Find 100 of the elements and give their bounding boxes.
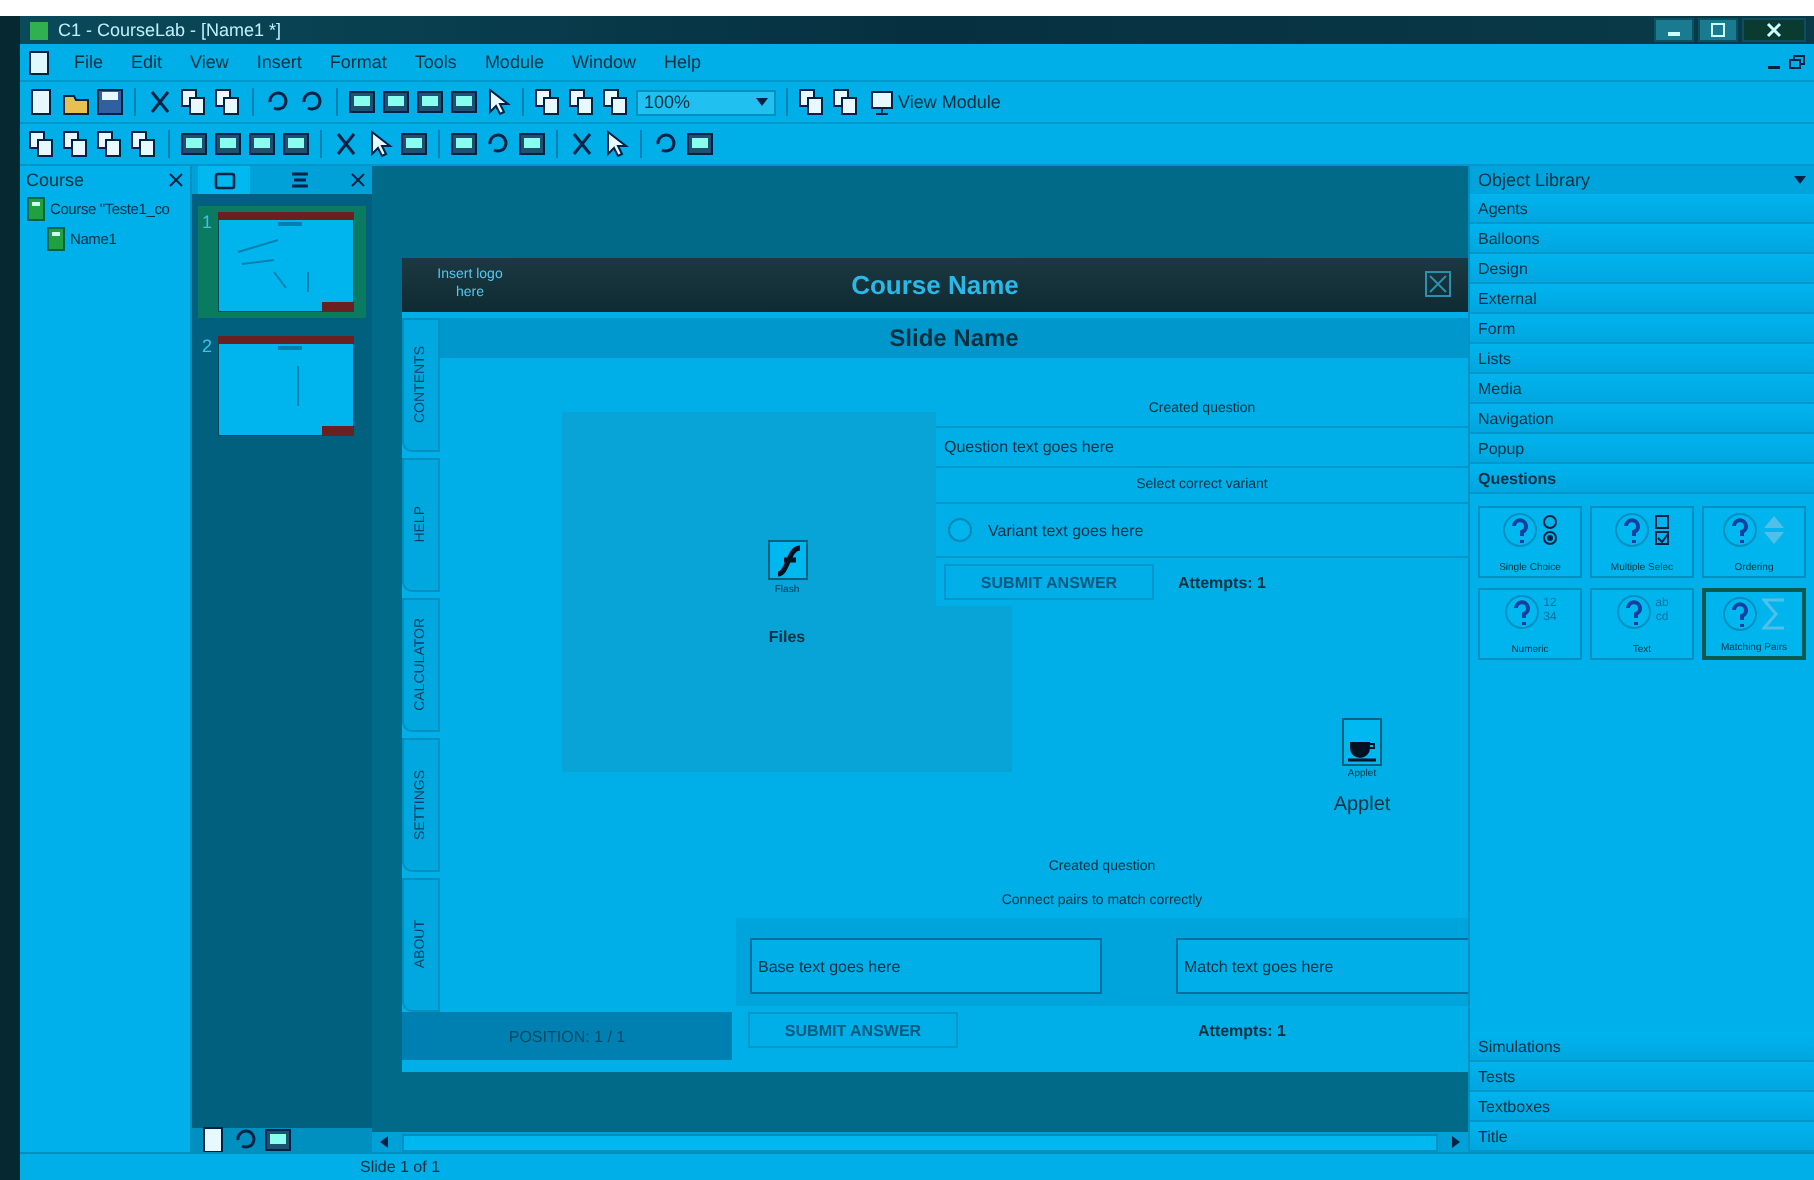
copy-icon[interactable]: [798, 88, 826, 116]
menu-item[interactable]: File: [70, 50, 108, 74]
page-icon[interactable]: [200, 1126, 228, 1154]
document-icon: [28, 49, 50, 75]
library-group[interactable]: Questions: [1470, 464, 1814, 494]
copy-icon[interactable]: [568, 88, 596, 116]
library-group[interactable]: Lists: [1470, 344, 1814, 374]
menu-item[interactable]: Help: [659, 50, 705, 74]
pointer-icon[interactable]: [602, 130, 630, 158]
copy-icon[interactable]: [832, 88, 860, 116]
question-icon: [1722, 512, 1758, 548]
frame-icon[interactable]: [214, 130, 242, 158]
window-title: C1 - CourseLab - [Name1 *]: [58, 20, 282, 40]
library-group[interactable]: Tests: [1470, 1062, 1814, 1092]
zoom-dropdown[interactable]: 100%: [636, 89, 776, 115]
copy-icon[interactable]: [214, 88, 242, 116]
library-group[interactable]: External: [1470, 284, 1814, 314]
frame-icon[interactable]: [450, 88, 478, 116]
cross-icon[interactable]: [146, 88, 174, 116]
app-icon: [28, 19, 50, 41]
frame-icon[interactable]: [180, 130, 208, 158]
library-group[interactable]: Media: [1470, 374, 1814, 404]
caret-icon[interactable]: [1794, 174, 1806, 186]
question-icon: [1503, 594, 1540, 630]
menu-item[interactable]: Format: [325, 50, 391, 74]
library-group[interactable]: Form: [1470, 314, 1814, 344]
cross-icon[interactable]: [332, 130, 360, 158]
close-button[interactable]: [1742, 18, 1806, 42]
cross-icon[interactable]: [568, 130, 596, 158]
caret-icon: [756, 96, 768, 108]
menu-item[interactable]: Module: [480, 50, 548, 74]
variant-text: Variant text goes here: [988, 521, 1144, 539]
view-module-button[interactable]: View Module: [866, 89, 1005, 115]
checkbox-options-icon: [1654, 514, 1670, 546]
coffee-cup-icon: [1342, 718, 1382, 766]
menu-item[interactable]: View: [186, 50, 233, 74]
frame-icon[interactable]: [450, 130, 478, 158]
flash-icon: [767, 539, 807, 579]
library-group[interactable]: Popup: [1470, 434, 1814, 464]
copy-icon[interactable]: [96, 130, 124, 158]
maximize-icon: [1710, 22, 1726, 38]
close-icon[interactable]: [1424, 270, 1452, 298]
copy-icon[interactable]: [130, 130, 158, 158]
page-icon[interactable]: [28, 88, 56, 116]
pointer-icon[interactable]: [366, 130, 394, 158]
object-label: Applet: [1333, 794, 1391, 816]
library-group[interactable]: Navigation: [1470, 404, 1814, 434]
frame-icon[interactable]: [518, 130, 546, 158]
minimize-button[interactable]: [1654, 18, 1694, 42]
frame-icon[interactable]: [416, 88, 444, 116]
library-group[interactable]: Design: [1470, 254, 1814, 284]
copy-icon[interactable]: [534, 88, 562, 116]
match-text-field[interactable]: Match text goes here: [1176, 938, 1468, 994]
undo-icon[interactable]: [264, 88, 292, 116]
maximize-button[interactable]: [1698, 18, 1738, 42]
close-icon: [1766, 22, 1782, 38]
library-group[interactable]: Agents: [1470, 194, 1814, 224]
frame-icon[interactable]: [400, 130, 428, 158]
question-icon: [1615, 594, 1652, 630]
menu-item[interactable]: Tools: [410, 50, 461, 74]
copy-icon[interactable]: [602, 88, 630, 116]
close-icon[interactable]: [350, 172, 366, 188]
slides-tab[interactable]: [198, 166, 250, 194]
library-group[interactable]: Textboxes: [1470, 1092, 1814, 1122]
layers-icon[interactable]: [290, 171, 310, 189]
menu-item[interactable]: Edit: [127, 50, 167, 74]
library-group[interactable]: Title: [1470, 1122, 1814, 1152]
frame-icon[interactable]: [282, 130, 310, 158]
undo-icon[interactable]: [484, 130, 512, 158]
frame-icon[interactable]: [264, 1126, 292, 1154]
undo-icon[interactable]: [298, 88, 326, 116]
frame-icon[interactable]: [686, 130, 714, 158]
undo-icon[interactable]: [232, 1126, 260, 1154]
radio-options-icon: [1542, 514, 1558, 546]
pointer-icon[interactable]: [484, 88, 512, 116]
monitor-icon: [870, 89, 894, 115]
panel-title: Object Library: [1478, 170, 1591, 190]
radio-button[interactable]: [948, 518, 972, 542]
object-label: Files: [768, 627, 806, 645]
base-text-field[interactable]: Base text goes here: [750, 938, 1102, 994]
panel-title: Course: [26, 170, 85, 190]
close-icon[interactable]: [168, 172, 184, 188]
course-title: Course Name: [851, 270, 1019, 300]
undo-icon[interactable]: [652, 130, 680, 158]
frame-icon[interactable]: [248, 130, 276, 158]
copy-icon[interactable]: [28, 130, 56, 158]
restore-icon[interactable]: [1788, 54, 1806, 70]
frame-icon[interactable]: [382, 88, 410, 116]
library-group[interactable]: Simulations: [1470, 1032, 1814, 1062]
library-group[interactable]: Balloons: [1470, 224, 1814, 254]
menu-item[interactable]: Window: [567, 50, 640, 74]
horizontal-scrollbar[interactable]: [372, 1132, 1468, 1152]
frame-icon[interactable]: [348, 88, 376, 116]
left-arrow-icon[interactable]: [378, 1136, 390, 1148]
position-indicator: POSITION: 1 / 1: [402, 1012, 732, 1060]
copy-icon[interactable]: [62, 130, 90, 158]
status-text: Slide 1 of 1: [360, 1158, 441, 1176]
copy-icon[interactable]: [180, 88, 208, 116]
right-arrow-icon[interactable]: [1450, 1136, 1462, 1148]
menu-item[interactable]: Insert: [252, 50, 306, 74]
